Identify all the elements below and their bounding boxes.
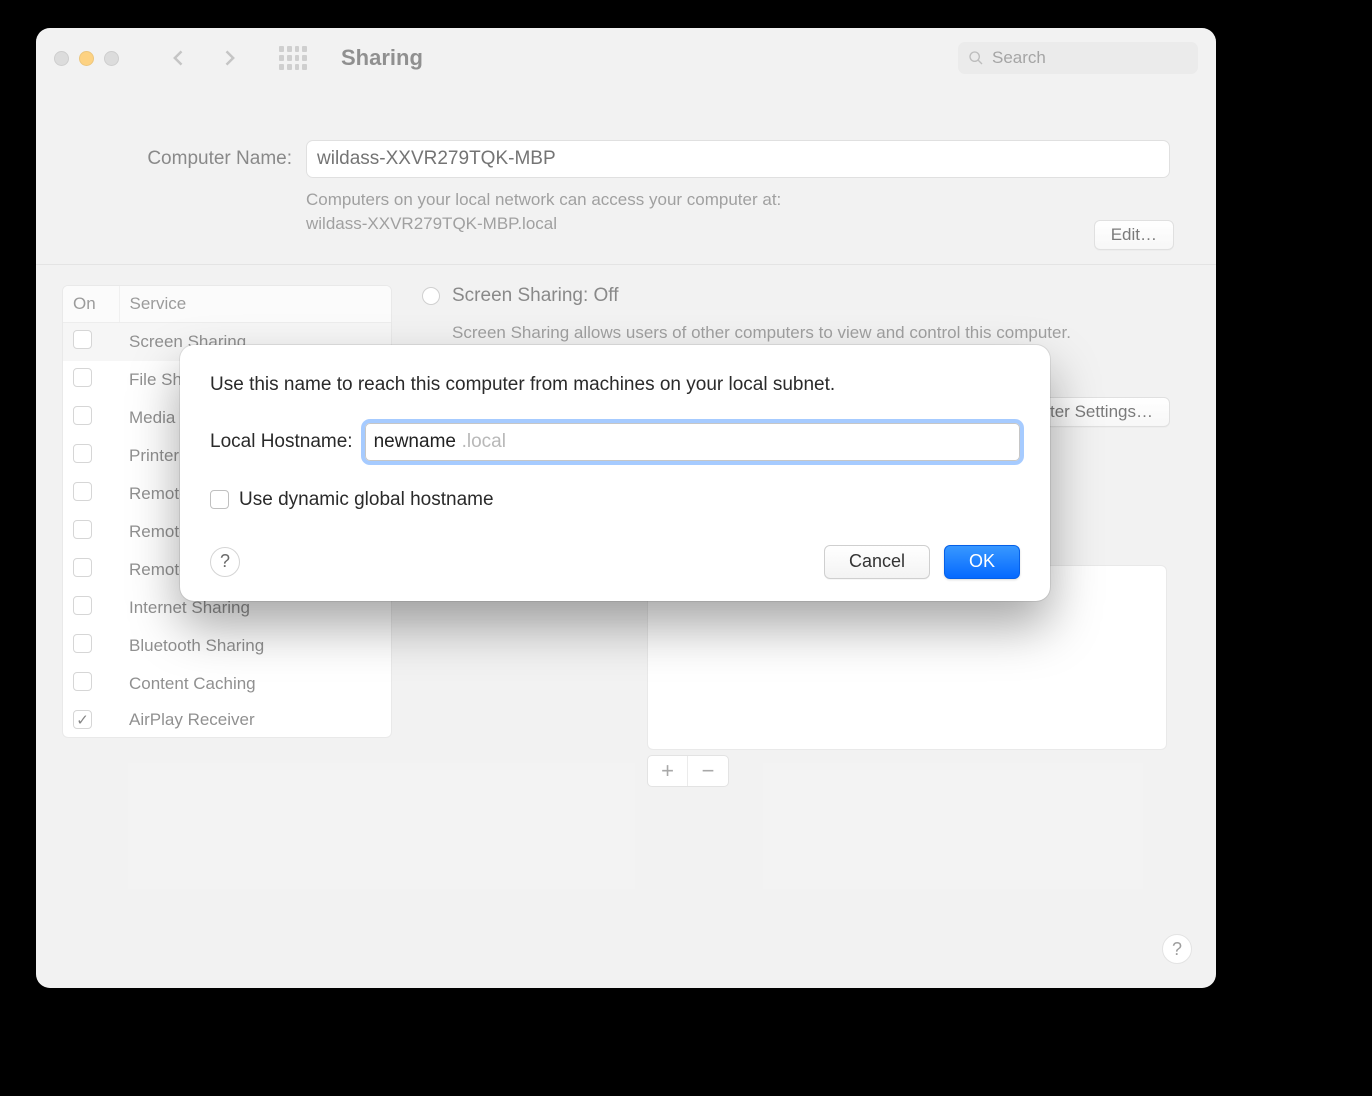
cancel-button[interactable]: Cancel [824,545,930,579]
titlebar: Sharing [36,28,1216,88]
service-checkbox[interactable] [73,634,92,653]
computer-name-subtext-1: Computers on your local network can acce… [306,188,1006,212]
forward-icon[interactable] [219,48,239,68]
hostname-suffix: .local [462,431,506,453]
computer-name-value: wildass-XXVR279TQK-MBP [317,148,556,170]
add-user-button[interactable]: + [648,756,688,786]
computer-name-label: Computer Name: [82,148,292,170]
service-row[interactable]: Bluetooth Sharing [63,627,391,665]
service-status-desc: Screen Sharing allows users of other com… [452,321,1170,345]
edit-hostname-button[interactable]: Edit… [1094,220,1174,250]
search-icon [968,50,984,66]
service-checkbox[interactable] [73,596,92,615]
service-name: Bluetooth Sharing [119,627,391,665]
service-status-title: Screen Sharing: Off [452,285,619,307]
service-checkbox[interactable] [73,520,92,539]
help-button[interactable]: ? [1162,934,1192,964]
minimize-window-button[interactable] [79,51,94,66]
service-row[interactable]: Content Caching [63,665,391,703]
hostname-field[interactable]: .local [365,423,1020,461]
computer-name-subtext: Computers on your local network can acce… [306,188,1006,236]
service-name: AirPlay Receiver [119,703,391,737]
service-checkbox[interactable] [73,672,92,691]
hostname-input[interactable] [374,431,462,453]
hostname-sheet: Use this name to reach this computer fro… [180,345,1050,601]
service-checkbox[interactable] [73,330,92,349]
computer-name-field[interactable]: wildass-XXVR279TQK-MBP [306,140,1170,178]
window-title: Sharing [341,45,423,71]
back-icon[interactable] [169,48,189,68]
close-window-button[interactable] [54,51,69,66]
service-name: Content Caching [119,665,391,703]
service-checkbox[interactable] [73,368,92,387]
service-checkbox[interactable] [73,482,92,501]
dynamic-hostname-checkbox[interactable] [210,490,229,509]
service-enable-radio[interactable] [422,287,440,305]
sheet-message: Use this name to reach this computer fro… [210,371,1020,399]
zoom-window-button[interactable] [104,51,119,66]
services-col-on: On [63,286,119,323]
traffic-lights [54,51,119,66]
sheet-help-button[interactable]: ? [210,547,240,577]
remove-user-button[interactable]: − [688,756,728,786]
add-remove-control: + − [647,755,729,787]
show-all-prefs-icon[interactable] [279,46,307,70]
ok-button[interactable]: OK [944,545,1020,579]
search-field[interactable] [958,42,1198,74]
nav-arrows [169,48,239,68]
service-checkbox[interactable] [73,444,92,463]
dynamic-hostname-label: Use dynamic global hostname [239,489,494,511]
service-checkbox[interactable] [73,710,92,729]
hostname-label: Local Hostname: [210,431,353,453]
computer-name-section: Computer Name: wildass-XXVR279TQK-MBP Co… [36,88,1216,265]
computer-name-subtext-2: wildass-XXVR279TQK-MBP.local [306,212,1006,236]
services-col-service: Service [119,286,391,323]
service-checkbox[interactable] [73,406,92,425]
service-row[interactable]: AirPlay Receiver [63,703,391,737]
search-input[interactable] [992,48,1188,68]
service-checkbox[interactable] [73,558,92,577]
